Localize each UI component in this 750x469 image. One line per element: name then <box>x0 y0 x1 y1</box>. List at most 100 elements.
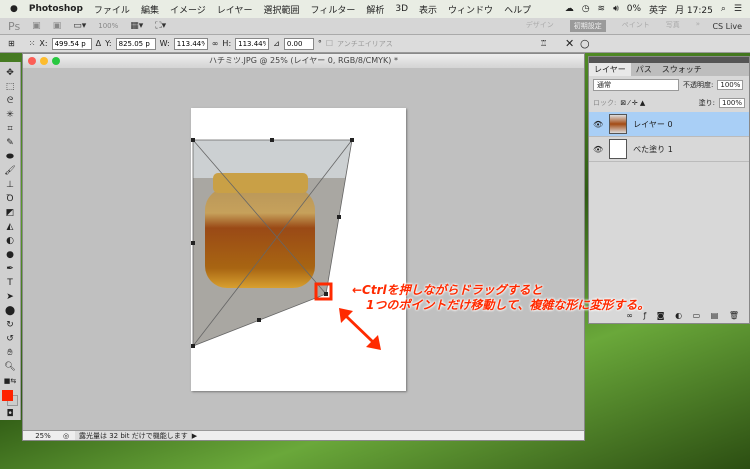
angle-field[interactable] <box>283 37 314 50</box>
foreground-color[interactable] <box>2 390 13 401</box>
h-field[interactable] <box>235 37 270 50</box>
spot-healing-tool-icon[interactable]: ⬬ <box>6 152 14 163</box>
3d-orbit-tool-icon[interactable]: ↺ <box>6 334 14 345</box>
more-workspaces-icon[interactable]: » <box>696 20 700 32</box>
shape-tool-icon[interactable]: ⬤ <box>5 306 15 317</box>
eye-icon[interactable]: 👁︎ <box>593 145 603 154</box>
opacity-field[interactable]: 100% <box>717 80 744 90</box>
warp-icon[interactable]: ♖ <box>540 39 547 48</box>
view-extras-icon[interactable]: ▭▾ <box>73 21 86 31</box>
lock-icons[interactable]: ⊠ ⁄ ✛ ▲ <box>620 99 645 107</box>
workspace-default[interactable]: 初期設定 <box>569 20 606 32</box>
layer-name: べた塗り 1 <box>633 144 673 154</box>
menu-window[interactable]: ウィンドウ <box>448 3 493 16</box>
transform-overlay[interactable] <box>23 68 584 432</box>
search-icon[interactable]: ⌕ <box>721 4 726 14</box>
layer-row[interactable]: 👁︎ べた塗り 1 <box>589 137 749 162</box>
minimize-button[interactable] <box>40 57 48 65</box>
type-tool-icon[interactable]: T <box>7 278 13 289</box>
zoom-level[interactable]: 100% <box>98 22 118 30</box>
y-field[interactable] <box>115 37 156 50</box>
input-source[interactable]: 英字 <box>649 3 667 16</box>
w-label: W: <box>159 39 170 48</box>
menu-edit[interactable]: 編集 <box>141 3 159 16</box>
eyedropper-tool-icon[interactable]: ✎ <box>6 138 14 149</box>
fill-field[interactable]: 100% <box>718 98 745 108</box>
arrange-icon[interactable]: ▦▾ <box>130 21 143 31</box>
move-tool-icon[interactable]: ✥ <box>6 68 14 79</box>
status-menu-arrow[interactable]: ▶ <box>192 431 197 440</box>
menu-image[interactable]: イメージ <box>170 3 206 16</box>
menu-select[interactable]: 選択範囲 <box>264 3 300 16</box>
w-field[interactable] <box>173 37 208 50</box>
screen-mode-icon[interactable]: ⛶▾ <box>155 21 166 31</box>
menu-3d[interactable]: 3D <box>395 4 408 14</box>
delta-icon: Δ <box>95 39 102 48</box>
mini-bridge-icon[interactable]: ▣ <box>53 21 62 31</box>
x-label: X: <box>39 39 48 48</box>
close-button[interactable] <box>28 57 36 65</box>
commit-transform-icon[interactable]: ○ <box>580 37 590 50</box>
angle-icon: ⊿ <box>273 39 280 48</box>
quick-mask-icon[interactable]: ◘ <box>6 409 13 420</box>
bridge-icon[interactable]: ▣ <box>32 21 41 31</box>
paint-bucket-tool-icon[interactable]: ◭ <box>7 222 14 233</box>
3d-rotate-tool-icon[interactable]: ↻ <box>6 320 14 331</box>
menu-help[interactable]: ヘルプ <box>504 3 531 16</box>
menu-filter[interactable]: フィルター <box>311 3 356 16</box>
swap-colors-icon[interactable]: ■⇆ <box>4 376 16 387</box>
pen-tool-icon[interactable]: ✒ <box>6 264 14 275</box>
eraser-tool-icon[interactable]: ◩ <box>6 208 15 219</box>
zoom-tool-icon[interactable]: 🔍︎ <box>4 362 15 373</box>
workspace-paint[interactable]: ペイント <box>622 20 650 32</box>
apple-icon[interactable]: ● <box>10 4 18 14</box>
zoom-button[interactable] <box>52 57 60 65</box>
cancel-transform-icon[interactable]: ✕ <box>565 37 574 50</box>
brush-tool-icon[interactable]: 🖌︎ <box>4 166 15 177</box>
battery-percent[interactable]: 0% <box>627 4 641 14</box>
layer-row[interactable]: 👁︎ レイヤー 0 <box>589 112 749 137</box>
honey-jar <box>205 188 315 288</box>
menu-layer[interactable]: レイヤー <box>217 3 253 16</box>
zoom-readout[interactable]: 25% <box>23 431 63 440</box>
ps-logo: Ps <box>8 19 21 33</box>
tools-panel: ✥ ⬚ ᘓ ✳ ⌗ ✎ ⬬ 🖌︎ ⊥ Ꝺ ◩ ◭ ◐ ● ✒ T ➤ ⬤ ↻ ↺… <box>0 62 21 420</box>
cloud-icon[interactable]: ☁ <box>565 4 574 14</box>
menu-app[interactable]: Photoshop <box>29 4 83 14</box>
dodge-tool-icon[interactable]: ● <box>6 250 14 261</box>
workspace-design[interactable]: デザイン <box>526 20 554 32</box>
menu-file[interactable]: ファイル <box>94 3 130 16</box>
tool-preset-icon[interactable]: ⊞ <box>8 39 15 48</box>
lasso-tool-icon[interactable]: ᘓ <box>7 96 13 107</box>
tab-swatches[interactable]: スウォッチ <box>657 63 707 76</box>
x-field[interactable] <box>51 37 92 50</box>
opacity-label: 不透明度: <box>683 81 714 89</box>
wifi-icon[interactable]: ≋ <box>598 4 606 14</box>
magic-wand-tool-icon[interactable]: ✳ <box>6 110 14 121</box>
antialias-checkbox[interactable]: ☐ <box>326 39 333 48</box>
crop-tool-icon[interactable]: ⌗ <box>7 124 12 135</box>
blur-tool-icon[interactable]: ◐ <box>6 236 14 247</box>
tab-layers[interactable]: レイヤー <box>589 63 631 76</box>
workspace-photo[interactable]: 写真 <box>666 20 680 32</box>
marquee-tool-icon[interactable]: ⬚ <box>6 82 15 93</box>
eye-icon[interactable]: 👁︎ <box>593 120 603 129</box>
path-selection-tool-icon[interactable]: ➤ <box>6 292 14 303</box>
menu-view[interactable]: 表示 <box>419 3 437 16</box>
stamp-tool-icon[interactable]: ⊥ <box>6 180 14 191</box>
tab-paths[interactable]: パス <box>631 63 657 76</box>
layer-name: レイヤー 0 <box>633 119 673 129</box>
cs-live-button[interactable]: CS Live <box>712 22 742 31</box>
volume-icon[interactable]: 🔊︎ <box>613 4 619 14</box>
blend-mode-select[interactable]: 通常 <box>593 79 679 91</box>
clock[interactable]: 月 17:25 <box>675 3 713 16</box>
reference-point-icon[interactable]: ⁙ <box>29 39 36 48</box>
menu-list-icon[interactable]: ☰ <box>734 4 742 14</box>
history-brush-tool-icon[interactable]: Ꝺ <box>7 194 14 205</box>
options-bar: ⊞ ⁙ X: Δ Y: W: ∞ H: ⊿ ° ☐ アンチエイリアス ♖ ✕ ○ <box>0 35 750 53</box>
color-swatches[interactable] <box>2 390 18 406</box>
link-icon[interactable]: ∞ <box>212 39 219 48</box>
time-machine-icon[interactable]: ◷ <box>582 4 590 14</box>
hand-tool-icon[interactable]: ✋︎ <box>7 348 12 359</box>
menu-analysis[interactable]: 解析 <box>366 3 384 16</box>
